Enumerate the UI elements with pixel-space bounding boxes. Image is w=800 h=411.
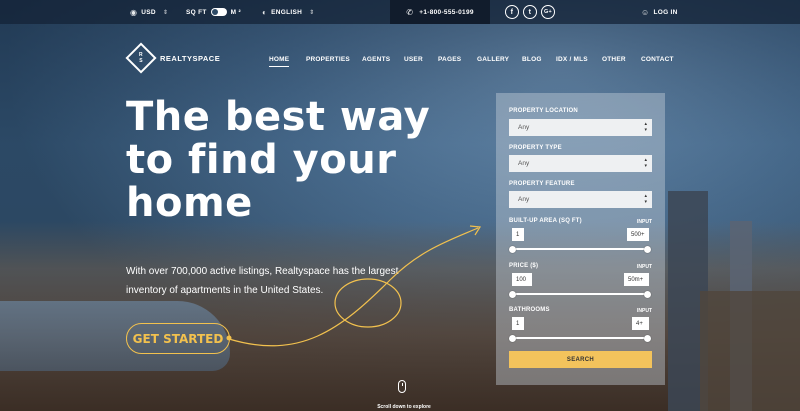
price-label: PRICE ($) bbox=[509, 263, 539, 269]
hero-subtitle: With over 700,000 active listings, Realt… bbox=[126, 266, 399, 296]
area-label: BUILT-UP AREA (SQ FT) bbox=[509, 218, 582, 224]
unit-sqft-label: SQ FT bbox=[186, 8, 207, 16]
currency-label: USD bbox=[141, 8, 156, 16]
search-button[interactable]: SEARCH bbox=[509, 351, 652, 368]
twitter-icon[interactable]: t bbox=[523, 5, 537, 19]
unit-switch[interactable]: SQ FT M ² bbox=[186, 0, 241, 24]
login-link[interactable]: ☺ LOG IN bbox=[641, 0, 678, 24]
globe-icon: ◐ bbox=[262, 7, 268, 17]
chevron-down-icon: ⇕ bbox=[309, 9, 315, 16]
buildings bbox=[700, 291, 800, 411]
price-input-tag[interactable]: INPUT bbox=[637, 264, 652, 270]
currency-icon: ◉ bbox=[130, 7, 138, 17]
location-label: PROPERTY LOCATION bbox=[509, 108, 578, 114]
phone-number: +1-800-555-0199 bbox=[419, 8, 474, 16]
area-min-input[interactable]: 1 bbox=[512, 228, 524, 241]
user-icon: ☺ bbox=[641, 7, 650, 17]
phone-contact[interactable]: ✆ +1-800-555-0199 bbox=[390, 0, 490, 24]
location-select[interactable]: Any bbox=[509, 119, 652, 136]
area-max-input[interactable]: 500+ bbox=[627, 228, 649, 241]
price-min-input[interactable]: 100 bbox=[512, 273, 532, 286]
nav-home[interactable]: HOME bbox=[269, 56, 290, 67]
hero-title-line: to find your bbox=[126, 137, 397, 183]
nav-other[interactable]: OTHER bbox=[602, 56, 626, 63]
nav-agents[interactable]: AGENTS bbox=[362, 56, 390, 63]
facebook-icon[interactable]: f bbox=[505, 5, 519, 19]
slider-handle[interactable] bbox=[644, 290, 651, 298]
hero-title-line: The best way bbox=[126, 94, 431, 140]
unit-m2-label: M ² bbox=[230, 8, 241, 16]
googleplus-icon[interactable]: G+ bbox=[541, 5, 555, 19]
language-label: ENGLISH bbox=[271, 8, 303, 16]
toggle-icon[interactable] bbox=[210, 8, 227, 16]
mouse-icon[interactable] bbox=[398, 380, 406, 393]
bathrooms-label: BATHROOMS bbox=[509, 307, 550, 313]
type-label: PROPERTY TYPE bbox=[509, 145, 562, 151]
nav-idx-mls[interactable]: IDX / MLS bbox=[556, 56, 588, 63]
language-selector[interactable]: ◐ ENGLISH ⇕ bbox=[262, 0, 314, 24]
nav-user[interactable]: USER bbox=[404, 56, 423, 63]
bathrooms-max-input[interactable]: 4+ bbox=[632, 317, 649, 330]
feature-select[interactable]: Any bbox=[509, 191, 652, 208]
nav-pages[interactable]: PAGES bbox=[438, 56, 461, 63]
hero-title: The best way to find your home bbox=[126, 96, 446, 225]
top-bar: ◉ USD ⇕ SQ FT M ² ◐ ENGLISH ⇕ ✆ +1-800-5… bbox=[0, 0, 800, 24]
slider-handle[interactable] bbox=[509, 290, 516, 298]
search-panel: PROPERTY LOCATION Any PROPERTY TYPE Any … bbox=[496, 93, 665, 385]
nav-contact[interactable]: CONTACT bbox=[641, 56, 674, 63]
area-slider[interactable] bbox=[509, 245, 651, 253]
chevron-down-icon: ⇕ bbox=[162, 9, 169, 16]
price-max-input[interactable]: 50m+ bbox=[624, 273, 649, 286]
get-started-button[interactable]: GET STARTED bbox=[126, 323, 230, 354]
type-select[interactable]: Any bbox=[509, 155, 652, 172]
bathrooms-input-tag[interactable]: INPUT bbox=[637, 308, 652, 314]
nav-gallery[interactable]: GALLERY bbox=[477, 56, 509, 63]
feature-label: PROPERTY FEATURE bbox=[509, 181, 575, 187]
price-slider[interactable] bbox=[509, 290, 651, 298]
slider-handle[interactable] bbox=[644, 334, 651, 342]
slider-handle[interactable] bbox=[509, 245, 516, 253]
hero-title-line: home bbox=[126, 180, 253, 226]
nav-properties[interactable]: PROPERTIES bbox=[306, 56, 350, 63]
currency-selector[interactable]: ◉ USD ⇕ bbox=[130, 0, 168, 24]
main-nav: HOME PROPERTIES AGENTS USER PAGES GALLER… bbox=[0, 56, 800, 67]
slider-handle[interactable] bbox=[509, 334, 516, 342]
nav-blog[interactable]: BLOG bbox=[522, 56, 542, 63]
bathrooms-min-input[interactable]: 1 bbox=[512, 317, 524, 330]
bathrooms-slider[interactable] bbox=[509, 334, 651, 342]
scroll-hint[interactable]: Scroll down to explore bbox=[372, 404, 436, 410]
area-input-tag[interactable]: INPUT bbox=[637, 219, 652, 225]
login-label: LOG IN bbox=[653, 8, 678, 16]
phone-icon: ✆ bbox=[406, 7, 414, 17]
slider-handle[interactable] bbox=[644, 245, 651, 253]
